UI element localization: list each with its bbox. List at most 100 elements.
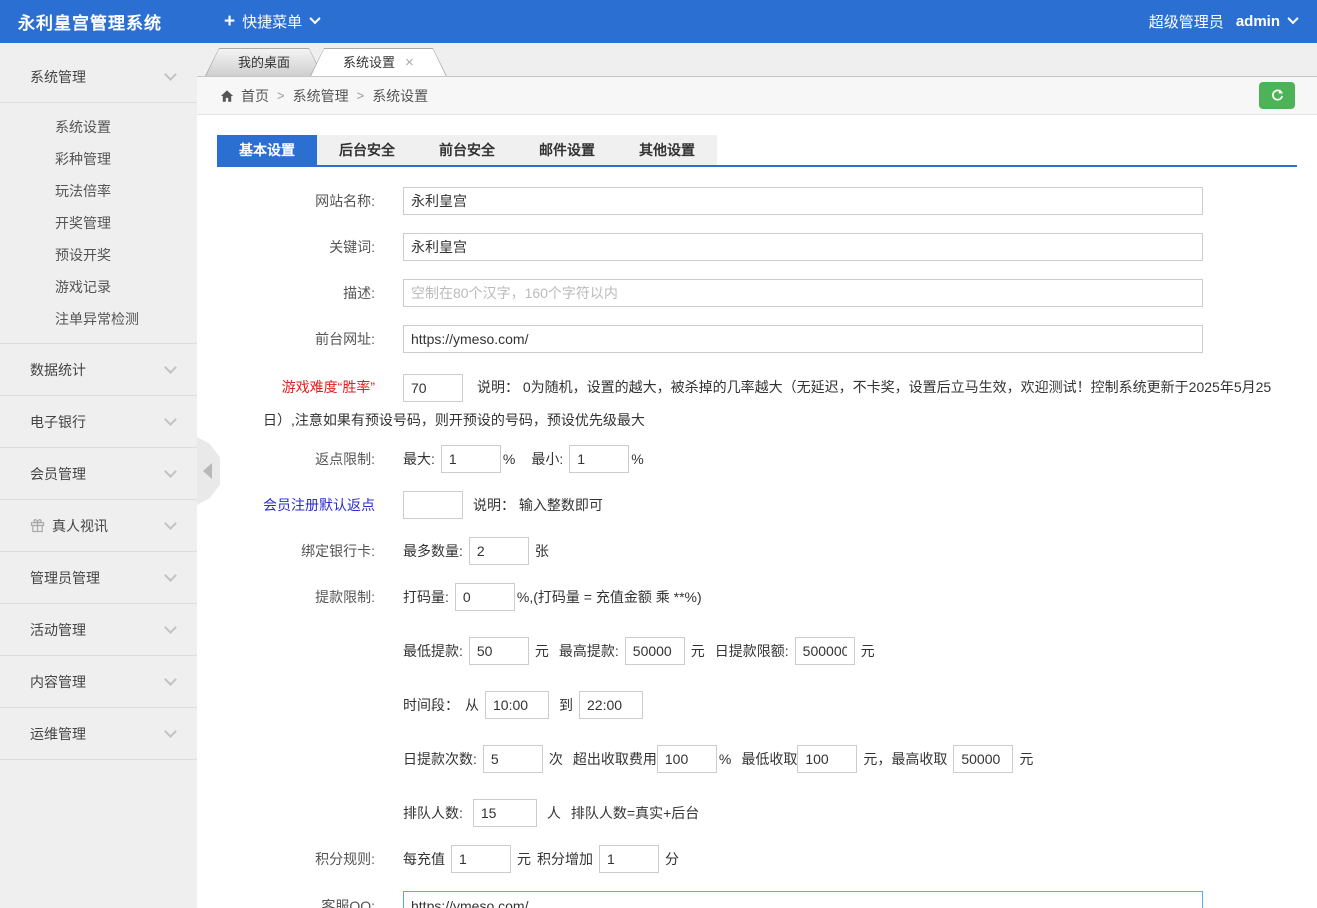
sidebar-section-label: 数据统计 <box>30 361 86 378</box>
dama-input[interactable] <box>454 583 515 611</box>
min-withdraw-input[interactable] <box>468 637 529 665</box>
daily-times-label: 日提款次数: <box>403 751 477 767</box>
queue-unit: 人 <box>546 805 561 821</box>
sidebar-section-admins[interactable]: 管理员管理 <box>0 552 197 604</box>
rebate-min-input[interactable] <box>569 445 630 473</box>
site-name-input[interactable] <box>403 187 1203 215</box>
max-fee-label: 最高收取 <box>891 751 948 767</box>
collapse-arrow-icon <box>202 463 212 479</box>
sidebar-item-system-settings[interactable]: 系统设置 <box>0 111 197 143</box>
service-qq-textarea[interactable]: https://ymeso.com/ <box>403 891 1203 908</box>
percent-sign: % <box>631 451 644 467</box>
points-per-input[interactable] <box>451 845 511 873</box>
tab-backend-security[interactable]: 后台安全 <box>317 135 417 165</box>
sidebar-section-label: 活动管理 <box>30 621 86 638</box>
withdraw-dama-row: 提款限制: 打码量: %,(打码量 = 充值金额 乘 **%) <box>217 583 1297 611</box>
sidebar-section-content[interactable]: 内容管理 <box>0 656 197 708</box>
min-withdraw-label: 最低提款: <box>403 643 463 659</box>
sidebar-item-preset-draw[interactable]: 预设开奖 <box>0 239 197 271</box>
plus-icon: + <box>224 11 236 32</box>
breadcrumb-section[interactable]: 系统管理 <box>293 86 349 106</box>
percent-sign: % <box>718 751 732 767</box>
points-per-label: 每充值 <box>403 851 445 867</box>
chevron-down-icon <box>1287 12 1299 25</box>
bank-card-label: 绑定银行卡: <box>301 543 375 559</box>
points-unit: 分 <box>665 851 679 867</box>
tab-other-settings[interactable]: 其他设置 <box>617 135 717 165</box>
breadcrumb-home[interactable]: 首页 <box>241 86 269 106</box>
tab-frontend-security[interactable]: 前台安全 <box>417 135 517 165</box>
sidebar-section-label: 运维管理 <box>30 725 86 742</box>
rebate-min-label: 最小: <box>531 451 564 467</box>
chevron-down-icon <box>164 412 177 426</box>
sidebar-item-play-odds[interactable]: 玩法倍率 <box>0 175 197 207</box>
description-input[interactable] <box>403 279 1203 307</box>
tab-label: 系统设置 <box>343 55 396 70</box>
queue-input[interactable] <box>472 799 537 827</box>
points-add-label: 积分增加 <box>537 851 593 867</box>
user-menu[interactable]: 超级管理员 admin <box>1148 11 1299 32</box>
quick-menu-button[interactable]: + 快捷菜单 <box>224 11 321 32</box>
sidebar-section-activities[interactable]: 活动管理 <box>0 604 197 656</box>
chevron-down-icon <box>309 12 321 25</box>
tab-system-settings[interactable]: 系统设置 × <box>310 48 447 76</box>
tab-mail-settings[interactable]: 邮件设置 <box>517 135 617 165</box>
chevron-down-icon <box>164 724 177 738</box>
sidebar-section-system[interactable]: 系统管理 <box>0 51 197 103</box>
max-fee-input[interactable] <box>953 745 1014 773</box>
sidebar-section-ops[interactable]: 运维管理 <box>0 708 197 760</box>
points-add-input[interactable] <box>599 845 659 873</box>
rebate-limit-row: 返点限制: 最大: % 最小: % <box>217 445 1297 473</box>
sidebar-section-ebank[interactable]: 电子银行 <box>0 396 197 448</box>
sidebar-item-game-records[interactable]: 游戏记录 <box>0 271 197 303</box>
sidebar-section-label: 内容管理 <box>30 673 86 690</box>
close-icon[interactable]: × <box>405 55 414 70</box>
bank-card-qty-input[interactable] <box>468 537 529 565</box>
max-withdraw-input[interactable] <box>624 637 685 665</box>
chevron-down-icon <box>164 568 177 582</box>
site-name-label: 网站名称: <box>315 193 375 209</box>
over-fee-input[interactable] <box>656 745 717 773</box>
user-role-label: 超级管理员 <box>1148 14 1224 31</box>
default-rebate-link[interactable]: 会员注册默认返点 <box>217 495 375 515</box>
yuan-unit: 元 <box>1019 751 1034 767</box>
time-to-input[interactable] <box>579 691 643 719</box>
sidebar-item-lottery-management[interactable]: 彩种管理 <box>0 143 197 175</box>
rebate-max-input[interactable] <box>440 445 501 473</box>
time-from-label: 从 <box>465 697 479 713</box>
default-rebate-input[interactable] <box>403 491 463 519</box>
refresh-button[interactable] <box>1259 82 1295 109</box>
difficulty-input[interactable] <box>403 374 463 403</box>
keywords-input[interactable] <box>403 233 1203 261</box>
time-to-label: 到 <box>559 697 573 713</box>
time-from-input[interactable] <box>485 691 549 719</box>
main-area: 我的桌面 系统设置 × 首页 > 系统管理 > 系统设置 基本设置 后台安全 前… <box>197 43 1317 908</box>
tab-basic-settings[interactable]: 基本设置 <box>217 135 317 165</box>
chevron-down-icon <box>164 516 177 530</box>
sidebar-section-statistics[interactable]: 数据统计 <box>0 344 197 396</box>
daily-times-input[interactable] <box>482 745 543 773</box>
yuan-comma: 元， <box>863 751 892 767</box>
top-bar: 永利皇宫管理系统 + 快捷菜单 超级管理员 admin <box>0 0 1317 43</box>
brand-title: 永利皇宫管理系统 <box>18 14 162 33</box>
default-rebate-row: 会员注册默认返点 说明： 输入整数即可 <box>217 491 1297 519</box>
difficulty-label[interactable]: 游戏难度“胜率” <box>263 371 375 404</box>
daily-limit-label: 日提款限额: <box>714 643 789 659</box>
min-fee-input[interactable] <box>797 745 858 773</box>
bank-card-row: 绑定银行卡: 最多数量: 张 <box>217 537 1297 565</box>
site-name-row: 网站名称: <box>217 187 1297 215</box>
bank-card-qty-label: 最多数量: <box>403 543 463 559</box>
sidebar-item-bet-anomaly-check[interactable]: 注单异常检测 <box>0 303 197 335</box>
sidebar-section-live-video[interactable]: 真人视讯 <box>0 500 197 552</box>
front-url-input[interactable] <box>403 325 1203 353</box>
sidebar-item-draw-management[interactable]: 开奖管理 <box>0 207 197 239</box>
breadcrumb: 首页 > 系统管理 > 系统设置 <box>197 77 1317 115</box>
yuan-unit: 元 <box>517 851 531 867</box>
yuan-unit: 元 <box>534 643 549 659</box>
daily-limit-input[interactable] <box>794 637 855 665</box>
sidebar-section-members[interactable]: 会员管理 <box>0 448 197 500</box>
main-layout: 系统管理 系统设置 彩种管理 玩法倍率 开奖管理 预设开奖 游戏记录 注单异常检… <box>0 43 1317 908</box>
settings-panel: 基本设置 后台安全 前台安全 邮件设置 其他设置 网站名称: 关键词: 描述: <box>197 115 1317 908</box>
front-url-row: 前台网址: <box>217 325 1297 353</box>
tab-my-desktop[interactable]: 我的桌面 <box>205 48 323 76</box>
